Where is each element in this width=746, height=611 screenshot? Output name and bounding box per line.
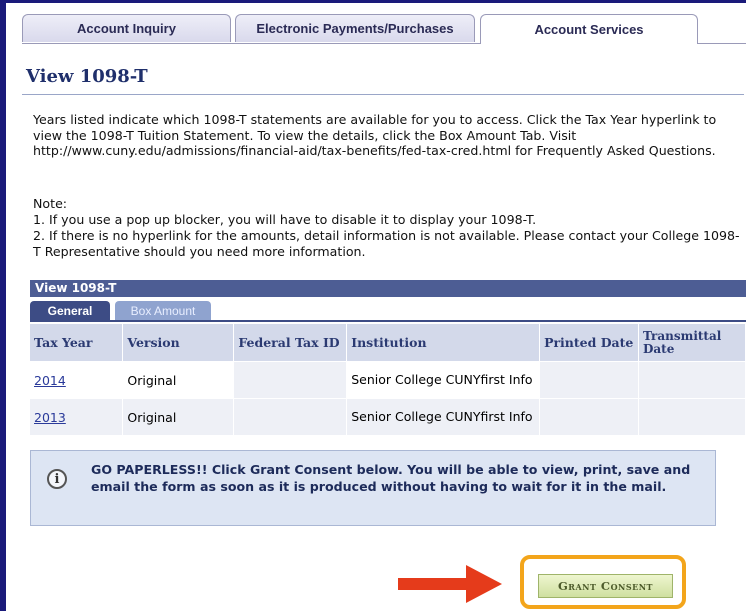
top-tab-bar: Account Inquiry Electronic Payments/Purc… [22, 14, 746, 44]
institution-cell: Senior College CUNYfirst Info [346, 361, 541, 399]
federal-tax-id-cell [233, 361, 348, 399]
printed-date-cell [539, 361, 639, 399]
grid-tab-divider [30, 320, 746, 322]
window-frame-top [0, 0, 746, 3]
paperless-info-box: i GO PAPERLESS!! Click Grant Consent bel… [30, 450, 716, 526]
tax-statements-table: Tax Year Version Federal Tax ID Institut… [30, 324, 746, 435]
note-line-2: 2. If there is no hyperlink for the amou… [33, 228, 740, 259]
grant-consent-button[interactable]: Grant Consent [538, 574, 673, 598]
transmittal-date-cell [638, 361, 746, 399]
column-header-version: Version [122, 324, 235, 362]
table-row: 2014 Original Senior College CUNYfirst I… [30, 361, 746, 399]
table-header-row: Tax Year Version Federal Tax ID Institut… [30, 324, 746, 362]
grid-tab-general[interactable]: General [30, 301, 110, 320]
table-row: 2013 Original Senior College CUNYfirst I… [30, 398, 746, 435]
column-header-institution: Institution [346, 324, 541, 362]
tab-account-services[interactable]: Account Services [480, 14, 698, 44]
title-divider [22, 94, 744, 95]
transmittal-date-cell [638, 398, 746, 435]
column-header-tax-year: Tax Year [30, 324, 124, 362]
page-title: View 1098-T [26, 66, 148, 87]
column-header-federal-tax-id: Federal Tax ID [233, 324, 348, 362]
tab-electronic-payments[interactable]: Electronic Payments/Purchases [235, 14, 475, 42]
arrow-right-icon [398, 565, 502, 603]
intro-text: Years listed indicate which 1098-T state… [33, 112, 717, 158]
paperless-message: GO PAPERLESS!! Click Grant Consent below… [91, 462, 691, 494]
tax-year-link[interactable]: 2014 [34, 373, 66, 388]
tax-year-cell: 2013 [30, 398, 124, 435]
version-cell: Original [122, 361, 235, 399]
federal-tax-id-cell [233, 398, 348, 435]
column-header-printed-date: Printed Date [539, 324, 639, 362]
grid-tab-box-amount[interactable]: Box Amount [115, 301, 211, 320]
printed-date-cell [539, 398, 639, 435]
window-frame-left [0, 0, 6, 611]
column-header-transmittal-date: Transmittal Date [638, 324, 746, 362]
tab-account-inquiry[interactable]: Account Inquiry [22, 14, 231, 42]
info-icon: i [47, 469, 67, 489]
note-line-1: 1. If you use a pop up blocker, you will… [33, 212, 537, 227]
version-cell: Original [122, 398, 235, 435]
tax-year-cell: 2014 [30, 361, 124, 399]
tax-year-link[interactable]: 2013 [34, 410, 66, 425]
institution-cell: Senior College CUNYfirst Info [346, 398, 541, 435]
note-heading: Note: [33, 196, 68, 211]
grid-title: View 1098-T [30, 280, 746, 297]
